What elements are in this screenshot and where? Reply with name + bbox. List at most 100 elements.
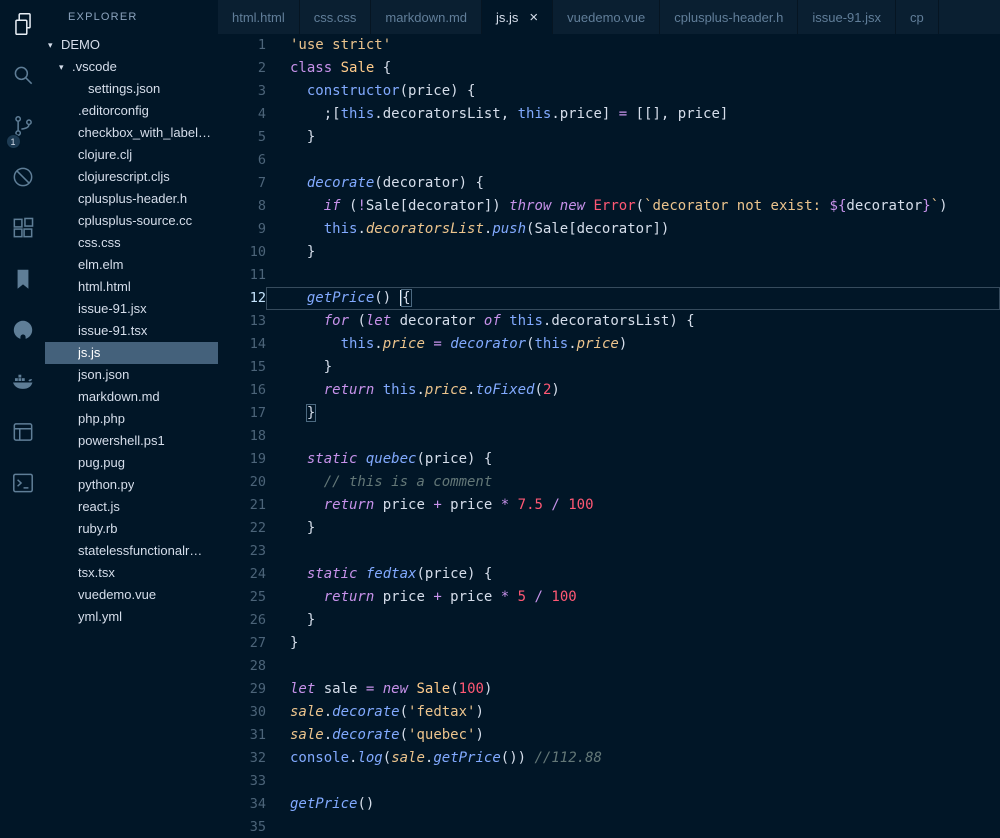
code-line[interactable]: 17 }	[218, 402, 1000, 425]
source-control-icon[interactable]: 1	[4, 105, 42, 146]
code-line[interactable]: 35	[218, 816, 1000, 838]
code-token: 100	[568, 497, 593, 513]
file-item[interactable]: clojure.clj	[45, 144, 218, 166]
file-item[interactable]: vuedemo.vue	[45, 584, 218, 606]
tab-css.css[interactable]: css.css	[300, 0, 372, 34]
code-line[interactable]: 26 }	[218, 609, 1000, 632]
code-token	[509, 589, 517, 605]
code-token: log	[357, 750, 382, 766]
code-line[interactable]: 1'use strict'	[218, 34, 1000, 57]
code-line[interactable]: 2class Sale {	[218, 57, 1000, 80]
file-item[interactable]: issue-91.tsx	[45, 320, 218, 342]
code-line[interactable]: 4 ;[this.decoratorsList, this.price] = […	[218, 103, 1000, 126]
code-line[interactable]: 23	[218, 540, 1000, 563]
item-label: react.js	[78, 496, 120, 518]
file-item[interactable]: clojurescript.cljs	[45, 166, 218, 188]
file-item[interactable]: php.php	[45, 408, 218, 430]
folder-item[interactable]: ▾.vscode	[45, 56, 218, 78]
code-line[interactable]: 5 }	[218, 126, 1000, 149]
file-item[interactable]: python.py	[45, 474, 218, 496]
tab-close-icon[interactable]: ×	[529, 10, 538, 25]
line-number: 28	[218, 655, 266, 678]
code-token: sale	[290, 704, 324, 720]
tab-html.html[interactable]: html.html	[218, 0, 300, 34]
code-line[interactable]: 9 this.decoratorsList.push(Sale[decorato…	[218, 218, 1000, 241]
code-line[interactable]: 14 this.price = decorator(this.price)	[218, 333, 1000, 356]
code-line[interactable]: 29let sale = new Sale(100)	[218, 678, 1000, 701]
code-token: if	[324, 198, 341, 214]
code-line[interactable]: 32console.log(sale.getPrice()) //112.88	[218, 747, 1000, 770]
code-line[interactable]: 20 // this is a comment	[218, 471, 1000, 494]
github-icon[interactable]	[4, 309, 42, 350]
debug-disabled-icon[interactable]	[4, 156, 42, 197]
code-line[interactable]: 8 if (!Sale[decorator]) throw new Error(…	[218, 195, 1000, 218]
tab-vuedemo.vue[interactable]: vuedemo.vue	[553, 0, 660, 34]
code-line[interactable]: 16 return this.price.toFixed(2)	[218, 379, 1000, 402]
file-item[interactable]: yml.yml	[45, 606, 218, 628]
file-item[interactable]: .editorconfig	[45, 100, 218, 122]
tab-cplusplus-header.h[interactable]: cplusplus-header.h	[660, 0, 798, 34]
extensions-icon[interactable]	[4, 207, 42, 248]
file-item[interactable]: js.js	[45, 342, 218, 364]
code-line[interactable]: 12 getPrice() {	[218, 287, 1000, 310]
code-token: for	[324, 313, 349, 329]
code-token: `	[931, 198, 939, 214]
tab-js.js[interactable]: js.js×	[482, 0, 553, 34]
file-item[interactable]: pug.pug	[45, 452, 218, 474]
code-token: .	[324, 727, 332, 743]
docker-icon[interactable]	[4, 360, 42, 401]
file-item[interactable]: elm.elm	[45, 254, 218, 276]
code-line[interactable]: 10 }	[218, 241, 1000, 264]
file-item[interactable]: cplusplus-source.cc	[45, 210, 218, 232]
code-area: 1'use strict'2class Sale {3 constructor(…	[218, 34, 1000, 838]
tab-markdown.md[interactable]: markdown.md	[371, 0, 482, 34]
code-token: this	[341, 106, 375, 122]
item-label: markdown.md	[78, 386, 160, 408]
explorer-icon[interactable]	[4, 3, 42, 44]
tab-issue-91.jsx[interactable]: issue-91.jsx	[798, 0, 896, 34]
file-item[interactable]: react.js	[45, 496, 218, 518]
item-label: statelessfunctionalr…	[78, 540, 202, 562]
code-line[interactable]: 6	[218, 149, 1000, 172]
file-item[interactable]: issue-91.jsx	[45, 298, 218, 320]
terminal-icon[interactable]	[4, 462, 42, 503]
code-token	[551, 198, 559, 214]
code-line[interactable]: 18	[218, 425, 1000, 448]
code-line[interactable]: 11	[218, 264, 1000, 287]
code-line[interactable]: 27}	[218, 632, 1000, 655]
tab-cp[interactable]: cp	[896, 0, 939, 34]
file-item[interactable]: statelessfunctionalr…	[45, 540, 218, 562]
bookmarks-icon[interactable]	[4, 258, 42, 299]
file-item[interactable]: json.json	[45, 364, 218, 386]
code-line[interactable]: 34getPrice()	[218, 793, 1000, 816]
code-line[interactable]: 31sale.decorate('quebec')	[218, 724, 1000, 747]
file-item[interactable]: cplusplus-header.h	[45, 188, 218, 210]
search-icon[interactable]	[4, 54, 42, 95]
file-item[interactable]: ruby.rb	[45, 518, 218, 540]
code-line[interactable]: 13 for (let decorator of this.decorators…	[218, 310, 1000, 333]
file-item[interactable]: powershell.ps1	[45, 430, 218, 452]
code-line[interactable]: 22 }	[218, 517, 1000, 540]
code-line[interactable]: 19 static quebec(price) {	[218, 448, 1000, 471]
code-line[interactable]: 28	[218, 655, 1000, 678]
browser-preview-icon[interactable]	[4, 411, 42, 452]
code-line[interactable]: 33	[218, 770, 1000, 793]
code-token	[290, 221, 324, 237]
file-item[interactable]: settings.json	[45, 78, 218, 100]
file-item[interactable]: css.css	[45, 232, 218, 254]
file-item[interactable]: checkbox_with_label…	[45, 122, 218, 144]
file-item[interactable]: tsx.tsx	[45, 562, 218, 584]
code-line[interactable]: 7 decorate(decorator) {	[218, 172, 1000, 195]
file-item[interactable]: markdown.md	[45, 386, 218, 408]
code-token	[290, 313, 324, 329]
code-line[interactable]: 30sale.decorate('fedtax')	[218, 701, 1000, 724]
folder-item[interactable]: ▾DEMO	[45, 34, 218, 56]
code-token	[290, 497, 324, 513]
code-line[interactable]: 3 constructor(price) {	[218, 80, 1000, 103]
code-token	[290, 405, 307, 421]
code-line[interactable]: 25 return price + price * 5 / 100	[218, 586, 1000, 609]
code-line[interactable]: 15 }	[218, 356, 1000, 379]
code-line[interactable]: 24 static fedtax(price) {	[218, 563, 1000, 586]
file-item[interactable]: html.html	[45, 276, 218, 298]
code-line[interactable]: 21 return price + price * 7.5 / 100	[218, 494, 1000, 517]
